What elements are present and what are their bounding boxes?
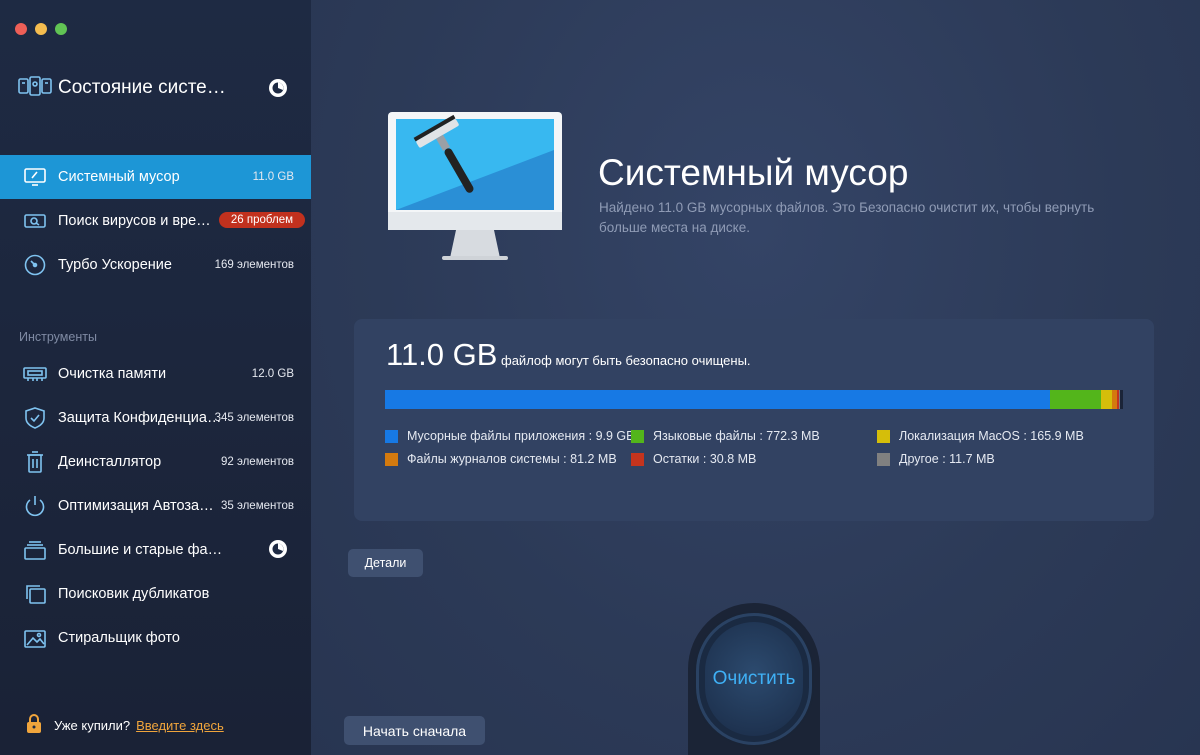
bar-segment-1 (1050, 390, 1101, 409)
sidebar-item-value: 12.0 GB (251, 368, 294, 380)
total-junk-caption: файлоф могут быть безопасно очищены. (501, 353, 751, 368)
system-status-header[interactable]: Состояние систе… (18, 72, 298, 104)
legend-label: Языковые файлы : 772.3 MB (653, 429, 820, 443)
sidebar-item-system-junk[interactable]: Системный мусор 11.0 GB (0, 155, 311, 199)
legend-swatch (385, 452, 398, 466)
legend-swatch (385, 429, 398, 443)
junk-breakdown-bar (385, 390, 1123, 409)
sidebar: Состояние систе… Системный мусор 11.0 GB… (0, 0, 311, 755)
sidebar-item-label: Очистка памяти (58, 366, 167, 382)
details-button[interactable]: Детали (348, 549, 423, 577)
legend-swatch (877, 452, 890, 466)
memory-chip-icon (22, 361, 48, 387)
monitor-cleaner-illustration (386, 110, 566, 267)
legend-swatch (631, 452, 644, 466)
sidebar-item-label: Оптимизация Автоза… (58, 498, 214, 514)
legend-item-other: Другое : 11.7 MB (877, 452, 995, 466)
sidebar-item-value: 92 элементов (220, 456, 294, 468)
sidebar-item-large-old-files[interactable]: Большие и старые фа… (0, 528, 311, 572)
bar-segment-2 (1100, 390, 1112, 409)
sidebar-item-value: 345 элементов (214, 412, 294, 424)
sidebar-item-duplicate-finder[interactable]: Поисковик дубликатов (0, 572, 311, 616)
trash-icon (22, 449, 48, 475)
sidebar-item-label: Стиральщик фото (58, 630, 180, 646)
sidebar-item-turbo-boost[interactable]: Турбо Ускорение 169 элементов (0, 243, 311, 287)
sidebar-item-label: Поиск вирусов и вре… (58, 213, 211, 229)
system-status-icon (18, 75, 52, 102)
sidebar-item-label: Поисковик дубликатов (58, 586, 210, 602)
legend-item-system-logs: Файлы журналов системы : 81.2 MB (385, 452, 617, 466)
sidebar-item-value: 11.0 GB (252, 171, 294, 183)
sidebar-item-virus-scan[interactable]: Поиск вирусов и вре… 26 проблем (0, 199, 311, 243)
sidebar-item-photo-shredder[interactable]: Стиральщик фото (0, 616, 311, 660)
sidebar-item-memory-cleanup[interactable]: Очистка памяти 12.0 GB (0, 352, 311, 396)
sidebar-item-label: Деинсталлятор (58, 454, 162, 470)
close-window-button[interactable] (15, 23, 27, 35)
total-junk-size: 11.0 GB (386, 337, 498, 372)
clean-button-housing: Очистить (688, 603, 820, 755)
sidebar-item-privacy[interactable]: Защита Конфиденциа… 345 элементов (0, 396, 311, 440)
sidebar-item-label: Турбо Ускорение (58, 257, 172, 273)
legend-label: Мусорные файлы приложения : 9.9 GB (407, 429, 635, 443)
power-icon (22, 493, 48, 519)
sidebar-item-label: Защита Конфиденциа… (58, 410, 222, 426)
lock-icon (26, 714, 42, 737)
junk-summary-panel: 11.0 GB файлоф могут быть безопасно очищ… (354, 319, 1154, 521)
window-controls (15, 23, 67, 35)
minimize-window-button[interactable] (35, 23, 47, 35)
bar-segment-5 (1119, 390, 1120, 409)
sidebar-item-label: Большие и старые фа… (58, 542, 223, 558)
duplicate-files-icon (22, 581, 48, 607)
progress-dial-icon (268, 78, 288, 103)
sidebar-item-value: 169 элементов (214, 259, 294, 271)
bar-segment-0 (385, 390, 1051, 409)
scan-icon (22, 208, 48, 234)
app-title: Состояние систе… (58, 77, 226, 98)
zoom-window-button[interactable] (55, 23, 67, 35)
legend-label: Остатки : 30.8 MB (653, 452, 757, 466)
progress-dial-icon (268, 539, 288, 562)
sidebar-item-startup-optimization[interactable]: Оптимизация Автоза… 35 элементов (0, 484, 311, 528)
legend-label: Другое : 11.7 MB (899, 452, 995, 466)
issues-badge: 26 проблем (218, 212, 305, 228)
sidebar-item-label: Системный мусор (58, 169, 180, 185)
main-panel: Системный мусор Найдено 11.0 GB мусорных… (311, 0, 1200, 755)
file-stack-icon (22, 537, 48, 563)
sidebar-item-uninstaller[interactable]: Деинсталлятор 92 элементов (0, 440, 311, 484)
start-over-button[interactable]: Начать сначала (344, 716, 485, 745)
license-footer: Уже купили? Введите здесь (26, 714, 224, 737)
clean-button[interactable]: Очистить (696, 613, 812, 745)
monitor-icon (22, 164, 48, 190)
already-bought-text: Уже купили? (54, 718, 131, 733)
legend-item-app-junk: Мусорные файлы приложения : 9.9 GB (385, 429, 634, 443)
legend-swatch (877, 429, 890, 443)
page-title: Системный мусор (598, 152, 909, 193)
enter-license-link[interactable]: Введите здесь (136, 718, 224, 733)
legend-label: Локализация MacOS : 165.9 MB (899, 429, 1084, 443)
shield-icon (22, 405, 48, 431)
page-description: Найдено 11.0 GB мусорных файлов. Это Без… (599, 200, 1095, 235)
legend-label: Файлы журналов системы : 81.2 MB (407, 452, 617, 466)
legend-item-macos-localization: Локализация MacOS : 165.9 MB (877, 429, 1084, 443)
speedometer-icon (22, 252, 48, 278)
tools-section-label: Инструменты (19, 330, 97, 344)
legend-item-language-files: Языковые файлы : 772.3 MB (631, 429, 820, 443)
legend-item-leftovers: Остатки : 30.8 MB (631, 452, 756, 466)
photo-icon (22, 625, 48, 651)
sidebar-item-value: 35 элементов (220, 500, 294, 512)
legend-swatch (631, 429, 644, 443)
